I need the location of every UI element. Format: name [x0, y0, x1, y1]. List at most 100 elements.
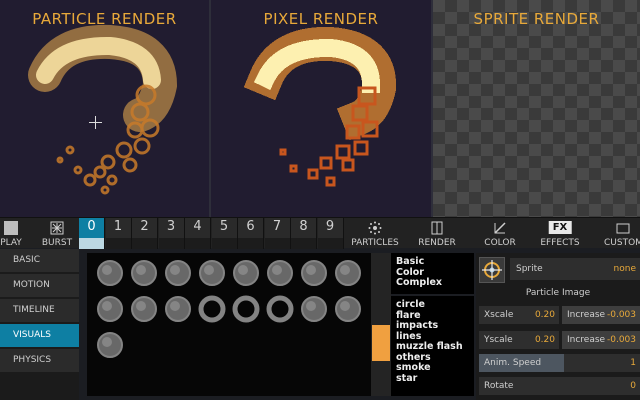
burst-button[interactable]: BURST — [36, 218, 78, 249]
emitter-slot-5[interactable]: 5 — [211, 218, 238, 249]
custom-icon — [616, 223, 630, 234]
particles-icon — [368, 221, 382, 235]
emitter-slot-9[interactable]: 9 — [317, 218, 344, 249]
sprite-render-title: SPRITE RENDER — [473, 10, 600, 28]
emitter-slot-indicator — [264, 238, 290, 249]
emitter-slot-indicator — [79, 238, 104, 249]
emitter-slot-indicator — [132, 238, 157, 249]
burst-icon — [50, 221, 64, 235]
sidebar-item-timeline[interactable]: TIMELINE — [0, 299, 79, 322]
smoke-image-thumb[interactable] — [161, 256, 195, 290]
custom-tab[interactable]: CUSTOM — [598, 218, 640, 249]
anim-speed-value: 1 — [630, 358, 636, 368]
color-label: COLOR — [484, 238, 516, 248]
smoke-image-thumb[interactable] — [263, 292, 297, 326]
anim-speed-slider[interactable]: Anim. Speed 1 — [479, 354, 640, 372]
category-star[interactable]: star — [396, 373, 474, 385]
smoke-image-thumb[interactable] — [297, 256, 331, 290]
image-grid-scrollbar[interactable] — [371, 253, 391, 396]
emitter-slot-indicator — [317, 238, 343, 249]
sprite-value: none — [613, 264, 636, 274]
rotate-slider[interactable]: Rotate 0 — [479, 377, 640, 395]
category-smoke[interactable]: smoke — [396, 362, 474, 374]
smoke-image-thumb[interactable] — [93, 328, 127, 362]
xscale-label: Xscale — [484, 310, 514, 320]
xscale-field[interactable]: Xscale 0.20 — [479, 306, 559, 324]
emitter-slot-indicator — [238, 238, 263, 249]
sidebar-item-basic[interactable]: BASIC — [0, 249, 79, 272]
smoke-image-thumb[interactable] — [229, 292, 263, 326]
particle-image-heading: Particle Image — [525, 288, 591, 298]
visual-properties-panel: Sprite none Particle Image Xscale 0.20 I… — [476, 253, 640, 400]
sidebar-item-physics[interactable]: PHYSICS — [0, 349, 79, 372]
category-impacts[interactable]: impacts — [396, 320, 474, 332]
emitter-slot-indicator — [105, 238, 131, 249]
main-toolbar: PLAY BURST 012345 6789 PARTICLES RENDER C… — [0, 217, 640, 249]
particle-render-panel[interactable]: PARTICLE RENDER — [0, 0, 209, 217]
emitter-slot-0[interactable]: 0 — [79, 218, 105, 249]
fx-badge: FX — [548, 221, 572, 234]
emitter-slot-8[interactable]: 8 — [291, 218, 317, 249]
settings-sidebar: BASIC MOTION TIMELINE VISUALS PHYSICS — [0, 249, 79, 400]
emitter-slot-2[interactable]: 2 — [132, 218, 158, 249]
render-tab[interactable]: RENDER — [412, 218, 462, 249]
yscale-label: Yscale — [484, 335, 513, 345]
smoke-image-thumb[interactable] — [93, 256, 127, 290]
scrollbar-thumb[interactable] — [372, 325, 390, 361]
particles-tab[interactable]: PARTICLES — [346, 218, 404, 249]
smoke-image-thumb[interactable] — [93, 292, 127, 326]
smoke-image-thumb[interactable] — [161, 292, 195, 326]
emitter-slot-indicator — [211, 238, 237, 249]
smoke-image-thumb[interactable] — [297, 292, 331, 326]
yscale-field[interactable]: Yscale 0.20 — [479, 331, 559, 349]
emitter-slot-6[interactable]: 6 — [238, 218, 264, 249]
smoke-image-thumb[interactable] — [263, 256, 297, 290]
play-button[interactable]: PLAY — [0, 218, 22, 249]
yincrease-value: -0.003 — [606, 335, 636, 345]
rotate-label: Rotate — [484, 381, 514, 391]
anim-speed-label: Anim. Speed — [484, 358, 542, 368]
effects-tab[interactable]: FX EFFECTS — [536, 218, 584, 249]
emitter-slot-1[interactable]: 1 — [105, 218, 132, 249]
xscale-value: 0.20 — [534, 310, 555, 320]
color-tab[interactable]: COLOR — [478, 218, 522, 249]
category-muzzle-flash[interactable]: muzzle flash — [396, 341, 474, 353]
smoke-image-thumb[interactable] — [195, 292, 229, 326]
emitter-slot-7[interactable]: 7 — [264, 218, 291, 249]
sprite-render-panel[interactable]: SPRITE RENDER — [433, 0, 640, 217]
sidebar-item-motion[interactable]: MOTION — [0, 274, 79, 297]
emitter-slot-label: 6 — [246, 219, 255, 234]
xincrease-value: -0.003 — [606, 310, 636, 320]
emitter-crosshair[interactable] — [89, 116, 102, 129]
render-label: RENDER — [418, 238, 456, 248]
image-group-list: Basic Color Complex — [391, 253, 474, 294]
emitter-slot-3[interactable]: 3 — [158, 218, 185, 249]
play-icon — [4, 221, 18, 235]
crosshair-target-icon — [482, 260, 502, 280]
smoke-image-thumb[interactable] — [127, 256, 161, 290]
group-complex[interactable]: Complex — [396, 277, 474, 289]
emitter-slot-label: 9 — [325, 219, 335, 234]
pixel-render-panel[interactable]: PIXEL RENDER — [211, 0, 431, 217]
smoke-image-thumb[interactable] — [195, 256, 229, 290]
sprite-field[interactable]: Sprite none — [510, 258, 640, 280]
emitter-slot-4[interactable]: 4 — [185, 218, 211, 249]
smoke-image-thumb[interactable] — [229, 256, 263, 290]
sprite-picker-button[interactable] — [479, 257, 505, 283]
sidebar-item-visuals[interactable]: VISUALS — [0, 324, 79, 347]
group-basic[interactable]: Basic — [396, 256, 474, 268]
render-icon — [431, 221, 443, 235]
smoke-image-thumb[interactable] — [331, 256, 365, 290]
xscale-increase-field[interactable]: Increase -0.003 — [562, 306, 640, 324]
category-circle[interactable]: circle — [396, 299, 474, 311]
play-label: PLAY — [0, 238, 22, 248]
pixel-render-preview — [243, 26, 397, 187]
smoke-image-thumb[interactable] — [331, 292, 365, 326]
emitter-slot-label: 1 — [113, 219, 123, 234]
custom-label: CUSTOM — [604, 238, 640, 248]
yscale-value: 0.20 — [534, 335, 555, 345]
yscale-increase-field[interactable]: Increase -0.003 — [562, 331, 640, 349]
smoke-image-thumb[interactable] — [127, 292, 161, 326]
particle-render-preview — [28, 24, 178, 195]
emitter-slot-label: 5 — [219, 219, 229, 234]
